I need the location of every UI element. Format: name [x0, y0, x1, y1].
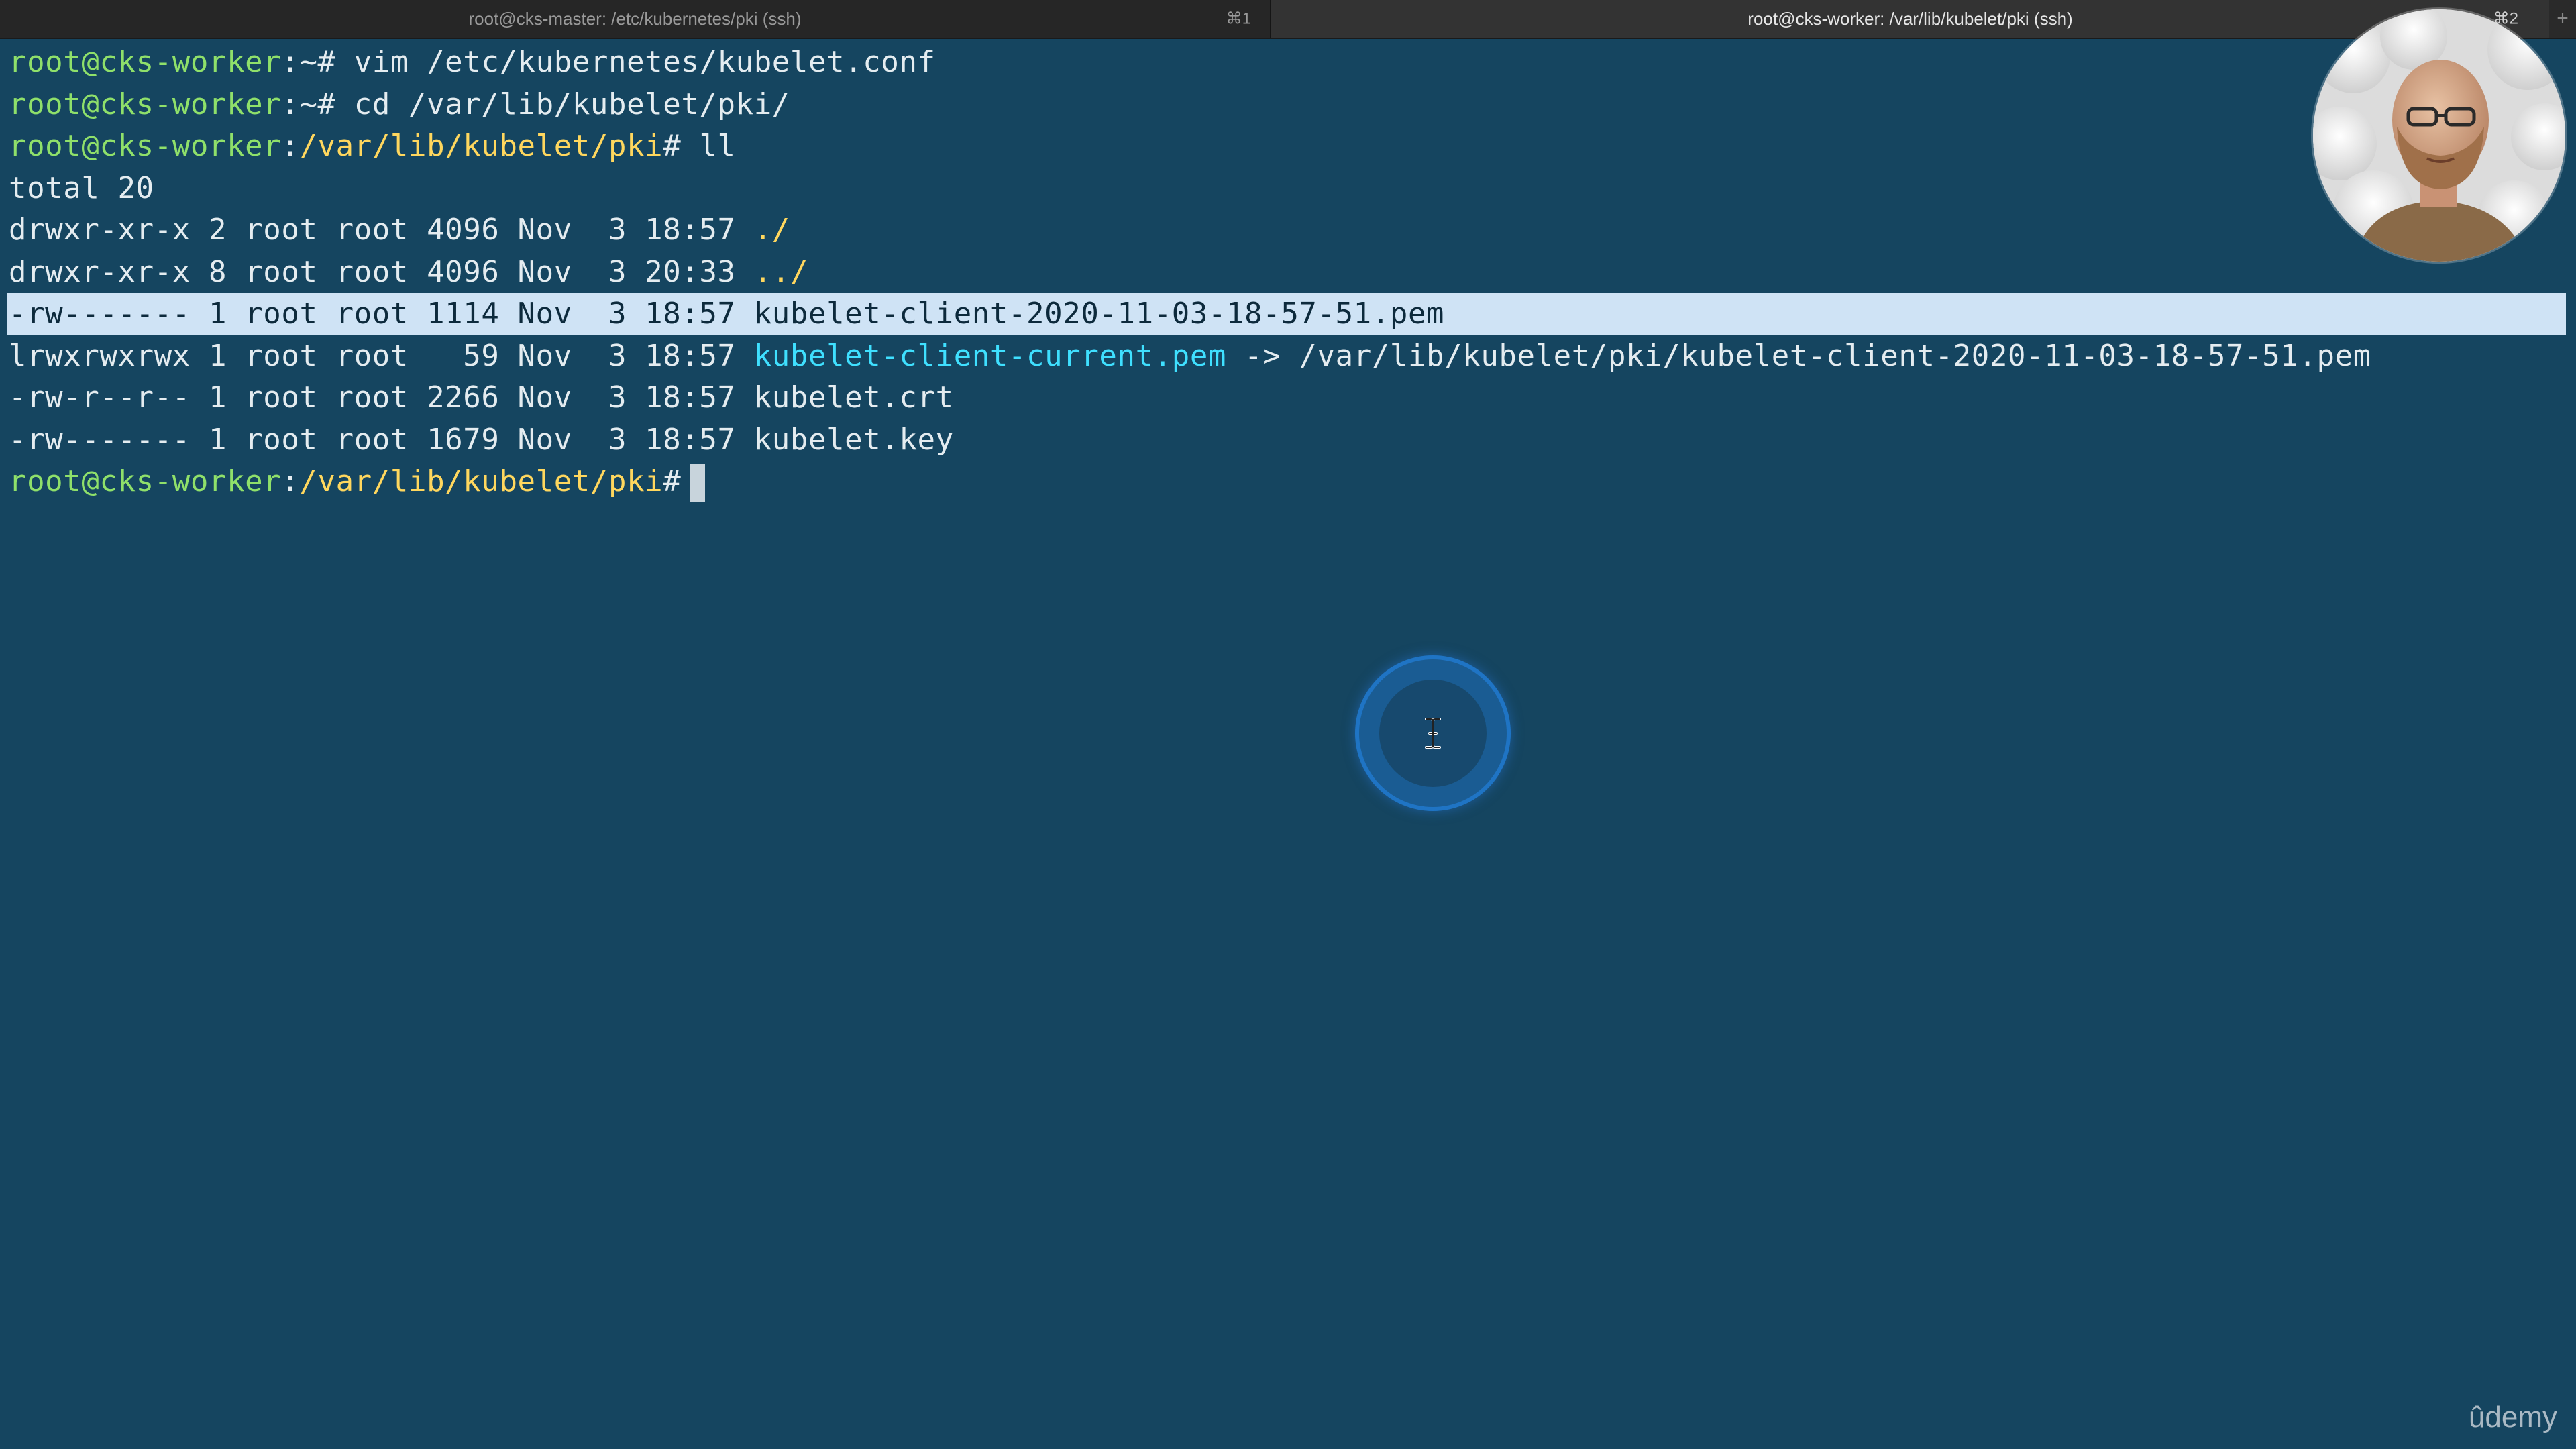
prompt-separator: :	[281, 464, 300, 498]
listing-row: -rw------- 1 root root 1679 Nov 3 18:57 …	[9, 419, 2571, 462]
terminal-tab-bar: root@cks-master: /etc/kubernetes/pki (ss…	[0, 0, 2576, 39]
click-indicator-inner	[1379, 680, 1487, 787]
prompt-user: root@cks-worker	[9, 129, 282, 163]
prompt-separator: :	[281, 87, 300, 121]
terminal-line-prompt: root@cks-worker:~# cd /var/lib/kubelet/p…	[9, 84, 2571, 126]
text-cursor	[690, 464, 706, 502]
file-name: kubelet.key	[753, 422, 954, 457]
new-tab-button[interactable]: +	[2549, 0, 2576, 38]
file-name: kubelet-client-2020-11-03-18-57-51.pem	[753, 297, 1445, 331]
file-name: ../	[753, 254, 808, 289]
prompt-symbol: #	[317, 45, 354, 79]
prompt-separator: :	[281, 45, 300, 79]
webcam-overlay	[2313, 9, 2565, 262]
file-meta: drwxr-xr-x 8 root root 4096 Nov 3 20:33	[9, 254, 754, 289]
prompt-path: ~	[299, 87, 318, 121]
udemy-watermark: ûdemy	[2468, 1401, 2557, 1434]
symlink-target: -> /var/lib/kubelet/pki/kubelet-client-2…	[1226, 338, 2371, 373]
listing-row: drwxr-xr-x 8 root root 4096 Nov 3 20:33 …	[9, 252, 2571, 294]
command-text: ll	[699, 129, 736, 163]
command-text: vim /etc/kubernetes/kubelet.conf	[354, 45, 936, 79]
file-meta: -rw------- 1 root root 1679 Nov 3 18:57	[9, 422, 754, 457]
file-meta: -rw-r--r-- 1 root root 2266 Nov 3 18:57	[9, 380, 754, 415]
tab-shortcut: ⌘1	[1226, 9, 1251, 28]
listing-row: lrwxrwxrwx 1 root root 59 Nov 3 18:57 ku…	[9, 335, 2571, 378]
prompt-user: root@cks-worker	[9, 45, 282, 79]
prompt-separator: :	[281, 129, 300, 163]
terminal-line-output: total 20	[9, 170, 154, 205]
tab-title: root@cks-worker: /var/lib/kubelet/pki (s…	[1748, 8, 2073, 29]
presenter-avatar-icon	[2313, 9, 2565, 262]
listing-row: drwxr-xr-x 2 root root 4096 Nov 3 18:57 …	[9, 209, 2571, 252]
terminal-line-prompt: root@cks-worker:/var/lib/kubelet/pki# ll	[9, 125, 2571, 168]
prompt-symbol: #	[317, 87, 354, 121]
prompt-path: /var/lib/kubelet/pki	[299, 129, 663, 163]
terminal-line-prompt: root@cks-worker:~# vim /etc/kubernetes/k…	[9, 42, 2571, 84]
prompt-path: ~	[299, 45, 318, 79]
file-meta: -rw------- 1 root root 1114 Nov 3 18:57	[9, 297, 754, 331]
file-name: ./	[753, 213, 790, 247]
symlink-name: kubelet-client-current.pem	[753, 338, 1227, 373]
prompt-user: root@cks-worker	[9, 464, 282, 498]
listing-row-selected[interactable]: -rw------- 1 root root 1114 Nov 3 18:57 …	[7, 293, 2566, 335]
prompt-symbol: #	[663, 129, 700, 163]
prompt-symbol: #	[663, 464, 682, 498]
command-text: cd /var/lib/kubelet/pki/	[354, 87, 790, 121]
tab-cks-worker[interactable]: root@cks-worker: /var/lib/kubelet/pki (s…	[1271, 0, 2549, 38]
file-name: kubelet.crt	[753, 380, 954, 415]
terminal-line-active-prompt[interactable]: root@cks-worker:/var/lib/kubelet/pki#	[9, 461, 2571, 503]
prompt-user: root@cks-worker	[9, 87, 282, 121]
click-indicator	[1355, 655, 1511, 811]
ibeam-cursor-icon	[1425, 718, 1441, 749]
tab-cks-master[interactable]: root@cks-master: /etc/kubernetes/pki (ss…	[0, 0, 1271, 38]
tab-title: root@cks-master: /etc/kubernetes/pki (ss…	[468, 8, 802, 29]
terminal-output[interactable]: root@cks-worker:~# vim /etc/kubernetes/k…	[7, 42, 2571, 503]
prompt-path: /var/lib/kubelet/pki	[299, 464, 663, 498]
file-meta: lrwxrwxrwx 1 root root 59 Nov 3 18:57	[9, 338, 754, 373]
file-meta: drwxr-xr-x 2 root root 4096 Nov 3 18:57	[9, 213, 754, 247]
listing-row: -rw-r--r-- 1 root root 2266 Nov 3 18:57 …	[9, 377, 2571, 419]
